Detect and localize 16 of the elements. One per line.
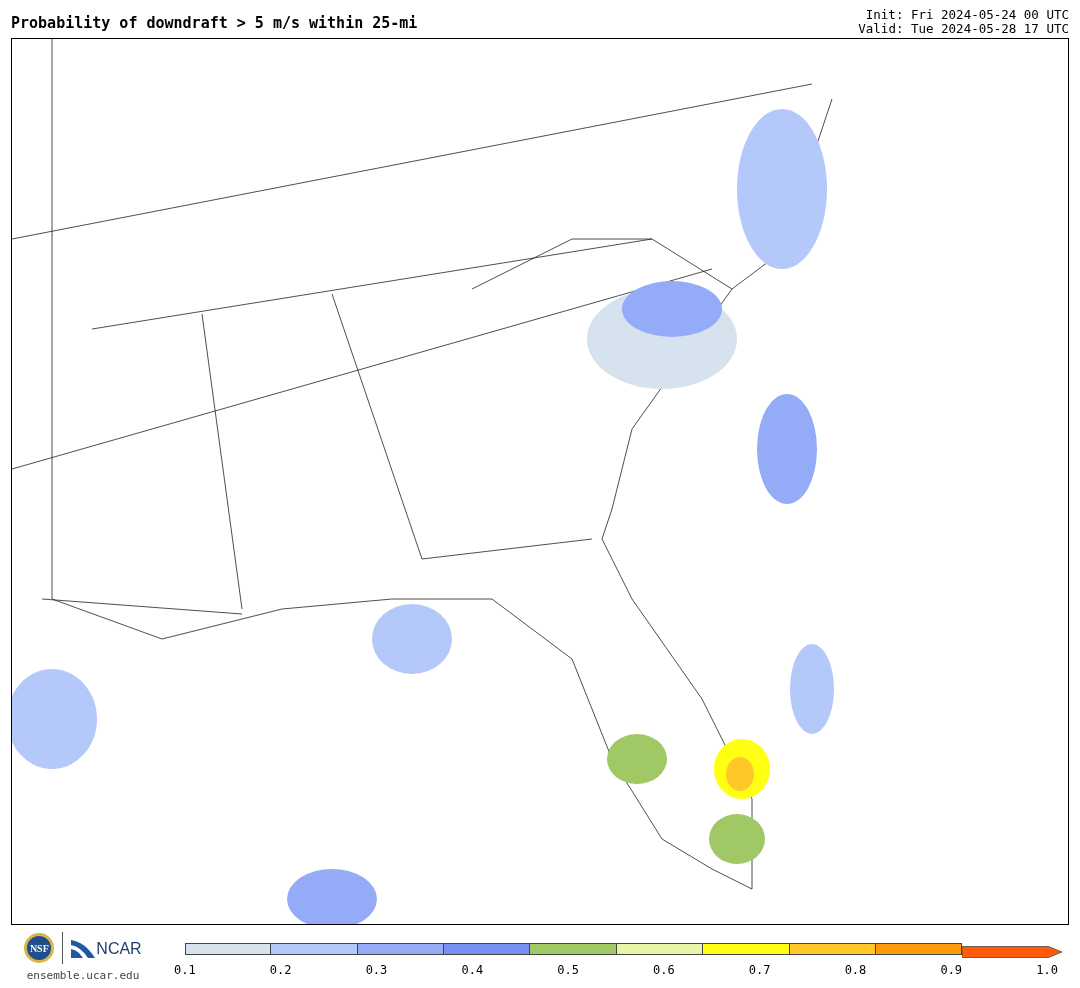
site-url: ensemble.ucar.edu: [26, 969, 140, 982]
colorbar-tick-label: 0.1: [173, 963, 197, 977]
ncar-logo: NCAR: [71, 938, 142, 958]
valid-time: Valid: Tue 2024-05-28 17 UTC: [858, 22, 1069, 36]
nsf-logo: NSF: [24, 933, 55, 963]
colorbar-tick-label: 0.5: [556, 963, 580, 977]
colorbar-tick-label: 0.7: [747, 963, 772, 977]
chart-title: Probability of downdraft > 5 m/s within 25-mi: [11, 14, 418, 34]
colorbar-tick-label: 0.4: [460, 963, 485, 977]
colorbar-tick-label: 1.0: [1035, 963, 1059, 977]
colorbar-tick-label: 0.8: [843, 963, 868, 977]
init-time: Init: Fri 2024-05-24 00 UTC: [864, 8, 1069, 22]
colorbar-tick-label: 0.3: [364, 963, 389, 977]
colorbar-tick-label: 0.9: [939, 963, 964, 977]
colorbar-tick-label: 0.2: [268, 963, 293, 977]
colorbar-tick-label: 0.6: [652, 963, 676, 977]
